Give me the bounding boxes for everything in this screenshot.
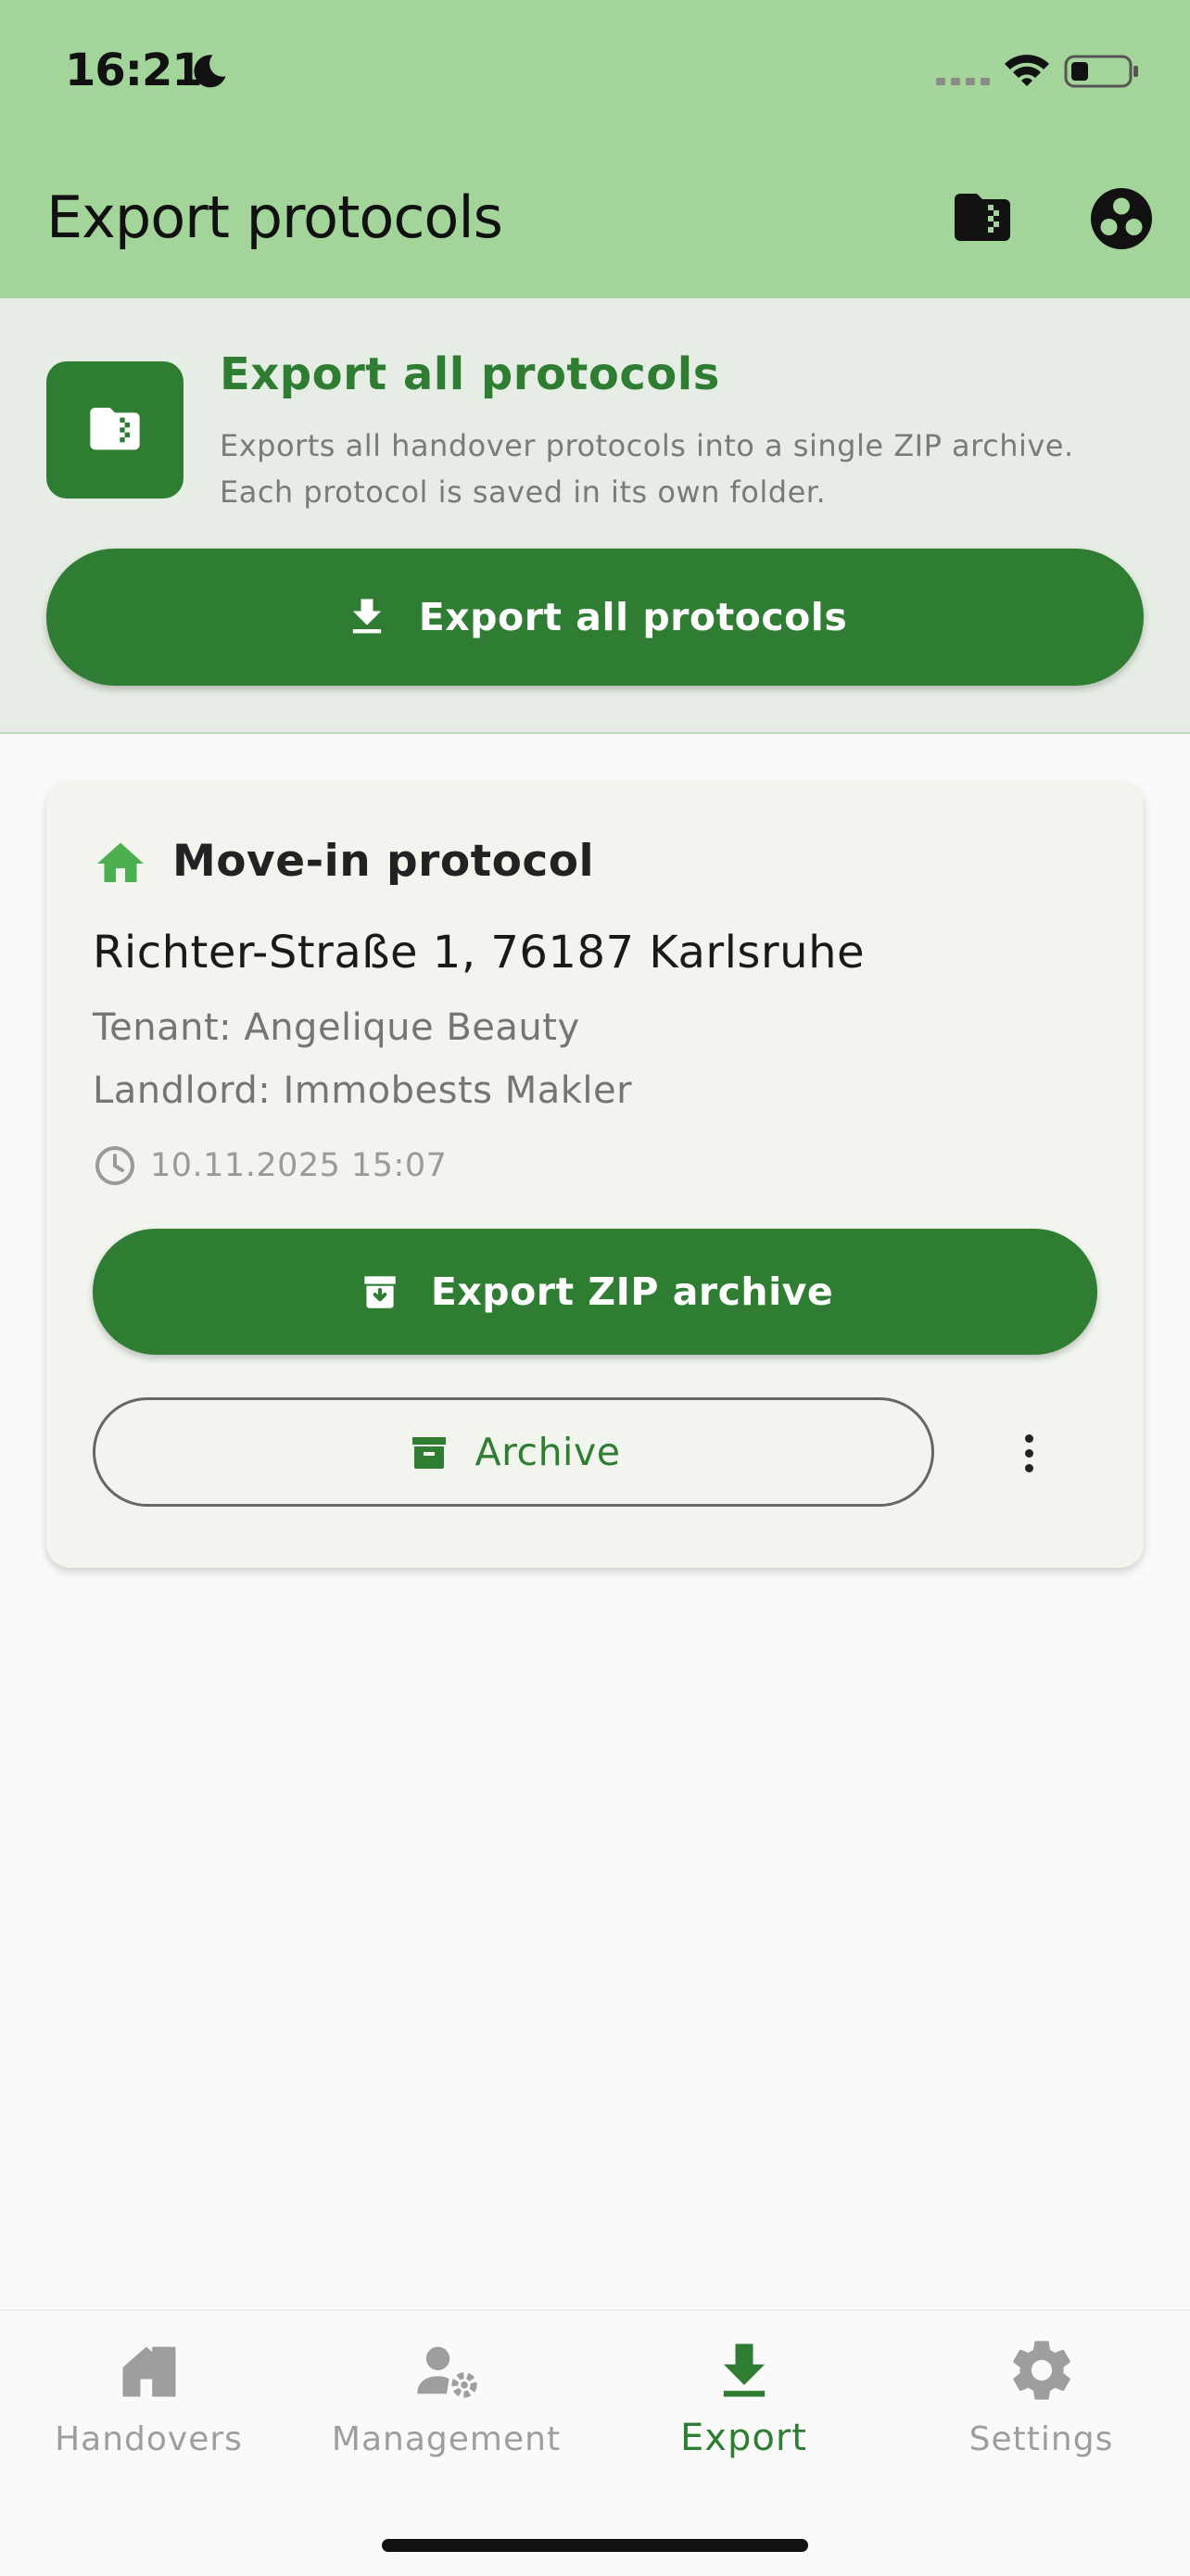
archive-button[interactable]: Archive — [93, 1397, 934, 1507]
signal-icon — [936, 78, 990, 85]
protocol-datetime: 10.11.2025 15:07 — [150, 1147, 448, 1184]
archive-button-label: Archive — [475, 1430, 621, 1474]
more-options-button[interactable] — [1003, 1418, 1055, 1488]
download-icon — [352, 599, 381, 634]
moon-icon — [194, 55, 226, 88]
clock-icon — [95, 1146, 134, 1185]
home-indicator — [382, 2539, 808, 2552]
nav-label-handovers: Handovers — [55, 2420, 243, 2458]
nav-item-export[interactable]: Export — [595, 2326, 892, 2474]
nav-item-handovers[interactable]: Handovers — [0, 2326, 298, 2474]
export-all-title: Export all protocols — [220, 348, 720, 400]
nav-item-management[interactable]: Management — [298, 2326, 595, 2474]
nav-item-settings[interactable]: Settings — [892, 2326, 1190, 2474]
more-vert-icon — [1024, 1433, 1033, 1443]
export-zip-button[interactable]: Export ZIP archive — [93, 1229, 1097, 1355]
page-title: Export protocols — [46, 183, 503, 251]
house-icon — [122, 2346, 175, 2397]
protocol-address: Richter-Straße 1, 76187 Karlsruhe — [93, 927, 866, 979]
archive-icon — [411, 1437, 446, 1469]
landlord-label: Landlord: Immobests Makler — [93, 1069, 633, 1112]
zip-folder-icon[interactable] — [949, 185, 1016, 252]
folder-zip-icon — [90, 408, 140, 450]
workspaces-icon[interactable] — [1088, 185, 1155, 252]
tenant-label: Tenant: Angelique Beauty — [93, 1006, 580, 1049]
gear-icon — [1012, 2341, 1070, 2400]
person-gear-icon — [416, 2346, 477, 2398]
archive-download-icon — [364, 1276, 396, 1308]
export-all-button[interactable]: Export all protocols — [46, 549, 1144, 686]
house-icon — [97, 842, 144, 882]
folder-zip-tile — [46, 361, 184, 499]
export-all-button-label: Export all protocols — [418, 595, 848, 639]
nav-label-management: Management — [331, 2420, 562, 2458]
protocol-type: Move-in protocol — [172, 836, 595, 887]
status-time: 16:21 — [65, 44, 203, 96]
nav-label-export: Export — [680, 2417, 807, 2459]
nav-label-settings: Settings — [968, 2420, 1114, 2458]
export-all-description: Exports all handover protocols into a si… — [220, 428, 1074, 510]
download-icon — [723, 2343, 765, 2397]
battery-icon — [1064, 55, 1138, 88]
export-zip-button-label: Export ZIP archive — [430, 1269, 834, 1314]
wifi-icon — [1005, 55, 1049, 86]
